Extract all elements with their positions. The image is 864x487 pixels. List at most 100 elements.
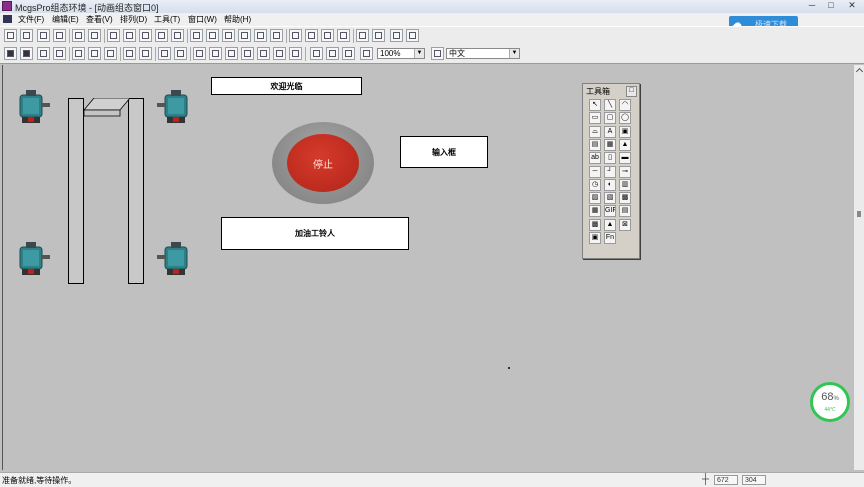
menu-edit[interactable]: 编辑(E) xyxy=(52,14,79,25)
toolbox-tool-2[interactable]: ◠ xyxy=(619,99,631,111)
align-middle-icon[interactable] xyxy=(88,29,101,42)
toolbox-tool-8[interactable]: ▣ xyxy=(619,125,631,138)
toolbox-tool-5[interactable]: ◯ xyxy=(619,112,631,125)
align-left-icon[interactable] xyxy=(4,29,17,42)
same-height-icon[interactable] xyxy=(123,29,136,42)
scroll-thumb[interactable] xyxy=(857,211,861,217)
toolbox-tool-31[interactable]: Fn xyxy=(604,232,616,244)
undo-icon[interactable] xyxy=(123,47,136,60)
toolbox-tool-25[interactable]: GIF xyxy=(604,205,616,218)
vertical-scrollbar[interactable] xyxy=(854,65,864,470)
document-icon[interactable] xyxy=(3,15,12,23)
motor-top-left[interactable] xyxy=(18,89,50,125)
zoom-select[interactable]: 100% ▼ xyxy=(377,48,425,59)
print-preview-icon[interactable] xyxy=(53,47,66,60)
fill-color-icon[interactable] xyxy=(209,47,222,60)
check-icon[interactable] xyxy=(326,47,339,60)
toolbox-tool-11[interactable]: ▲ xyxy=(619,138,631,151)
scroll-up-icon[interactable] xyxy=(855,67,864,76)
flip-h-icon[interactable] xyxy=(254,29,267,42)
stop-button[interactable]: 停止 xyxy=(287,134,359,192)
toolbox-tool-20[interactable]: ▥ xyxy=(619,178,631,191)
center-h-icon[interactable] xyxy=(190,29,203,42)
minimize-button[interactable]: ─ xyxy=(803,0,821,11)
motor-bottom-right[interactable] xyxy=(157,241,189,277)
bring-front-icon[interactable] xyxy=(289,29,302,42)
line-width-icon[interactable] xyxy=(257,47,270,60)
group-icon[interactable] xyxy=(321,29,334,42)
database-icon[interactable] xyxy=(310,47,323,60)
help-icon[interactable] xyxy=(360,47,373,60)
rotate-right-icon[interactable] xyxy=(238,29,251,42)
paste-icon[interactable] xyxy=(104,47,117,60)
unlock-icon[interactable] xyxy=(372,29,385,42)
image-icon[interactable] xyxy=(289,47,302,60)
worker-label[interactable]: 加油工铃人 xyxy=(221,217,409,250)
toolbox-close-icon[interactable]: □ xyxy=(626,86,637,97)
toolbox-tool-7[interactable]: A xyxy=(604,125,616,138)
grid-snap-icon[interactable] xyxy=(406,29,419,42)
lock-icon[interactable] xyxy=(356,29,369,42)
gantry-beam[interactable] xyxy=(84,98,130,118)
motor-top-right[interactable] xyxy=(157,89,189,125)
toolbox-tool-27[interactable]: ▩ xyxy=(589,218,601,231)
center-v-icon[interactable] xyxy=(206,29,219,42)
right-pipe[interactable] xyxy=(128,98,144,284)
same-width-icon[interactable] xyxy=(107,29,120,42)
cpu-monitor-widget[interactable]: 68% 44℃ xyxy=(810,382,850,422)
tools-icon[interactable] xyxy=(158,47,171,60)
toolbox-tool-29[interactable]: ⊠ xyxy=(619,218,631,231)
line-style-icon[interactable] xyxy=(241,47,254,60)
toolbox-tool-22[interactable]: ▧ xyxy=(604,192,616,205)
toolbox-tool-4[interactable]: ▢ xyxy=(604,112,616,125)
flip-v-icon[interactable] xyxy=(270,29,283,42)
toolbox-tool-12[interactable]: ab xyxy=(589,152,601,165)
toolbox-panel[interactable]: 工具箱 □ ↖ ╲ ◠ ▭ ▢ ◯ ⌓ A ▣ ▤ ▦ ▲ ab ▯ ▬ ─ ┘ ⊸ ◷ ◐ ▥ ▨ ▧ ▩ ▦ GIF ▤ ▩ ▲ ⊠ ▣… xyxy=(582,83,640,259)
toolbox-tool-16[interactable]: ┘ xyxy=(604,165,616,178)
copy-icon[interactable] xyxy=(88,47,101,60)
toolbox-tool-1[interactable]: ╲ xyxy=(604,99,616,111)
line-color-icon[interactable] xyxy=(225,47,238,60)
h-space-icon[interactable] xyxy=(155,29,168,42)
toolbox-tool-24[interactable]: ▦ xyxy=(589,205,601,218)
toolbox-tool-21[interactable]: ▨ xyxy=(589,192,601,205)
cut-icon[interactable] xyxy=(72,47,85,60)
menu-help[interactable]: 帮助(H) xyxy=(224,14,251,25)
toolbox-tool-3[interactable]: ▭ xyxy=(589,112,601,125)
toolbox-tool-10[interactable]: ▦ xyxy=(604,138,616,151)
language-select[interactable]: 中文 ▼ xyxy=(446,48,520,59)
save-icon[interactable] xyxy=(20,47,33,60)
align-bottom-icon[interactable] xyxy=(53,29,66,42)
design-canvas[interactable]: 欢迎光临 输入框 加油工铃人 xyxy=(2,65,855,470)
welcome-label[interactable]: 欢迎光临 xyxy=(211,77,362,95)
toolbox-tool-14[interactable]: ▬ xyxy=(619,152,631,165)
toolbox-tool-15[interactable]: ─ xyxy=(589,165,601,178)
toolbox-tool-26[interactable]: ▤ xyxy=(619,205,631,218)
align-right-icon[interactable] xyxy=(20,29,33,42)
menu-window[interactable]: 窗口(W) xyxy=(188,14,217,25)
toolbox-tool-19[interactable]: ◐ xyxy=(604,178,616,191)
menu-tools[interactable]: 工具(T) xyxy=(154,14,180,25)
toolbox-tool-30[interactable]: ▣ xyxy=(589,232,601,244)
font-color-icon[interactable] xyxy=(193,47,206,60)
download-icon[interactable] xyxy=(342,47,355,60)
toolbox-tool-0[interactable]: ↖ xyxy=(589,99,601,111)
menu-file[interactable]: 文件(F) xyxy=(18,14,44,25)
toolbox-tool-23[interactable]: ▩ xyxy=(619,192,631,205)
motor-bottom-left[interactable] xyxy=(18,241,50,277)
toolbox-tool-13[interactable]: ▯ xyxy=(604,152,616,165)
menu-view[interactable]: 查看(V) xyxy=(86,14,113,25)
toolbox-tool-6[interactable]: ⌓ xyxy=(589,125,601,138)
toolbox-tool-17[interactable]: ⊸ xyxy=(619,165,631,178)
new-file-icon[interactable] xyxy=(4,47,17,60)
table-icon[interactable] xyxy=(273,47,286,60)
toolbox-tool-18[interactable]: ◷ xyxy=(589,178,601,191)
same-size-icon[interactable] xyxy=(139,29,152,42)
maximize-button[interactable]: □ xyxy=(822,0,840,11)
ungroup-icon[interactable] xyxy=(337,29,350,42)
v-space-icon[interactable] xyxy=(171,29,184,42)
language-icon[interactable] xyxy=(431,47,444,60)
print-icon[interactable] xyxy=(37,47,50,60)
redo-icon[interactable] xyxy=(139,47,152,60)
align-top-icon[interactable] xyxy=(37,29,50,42)
